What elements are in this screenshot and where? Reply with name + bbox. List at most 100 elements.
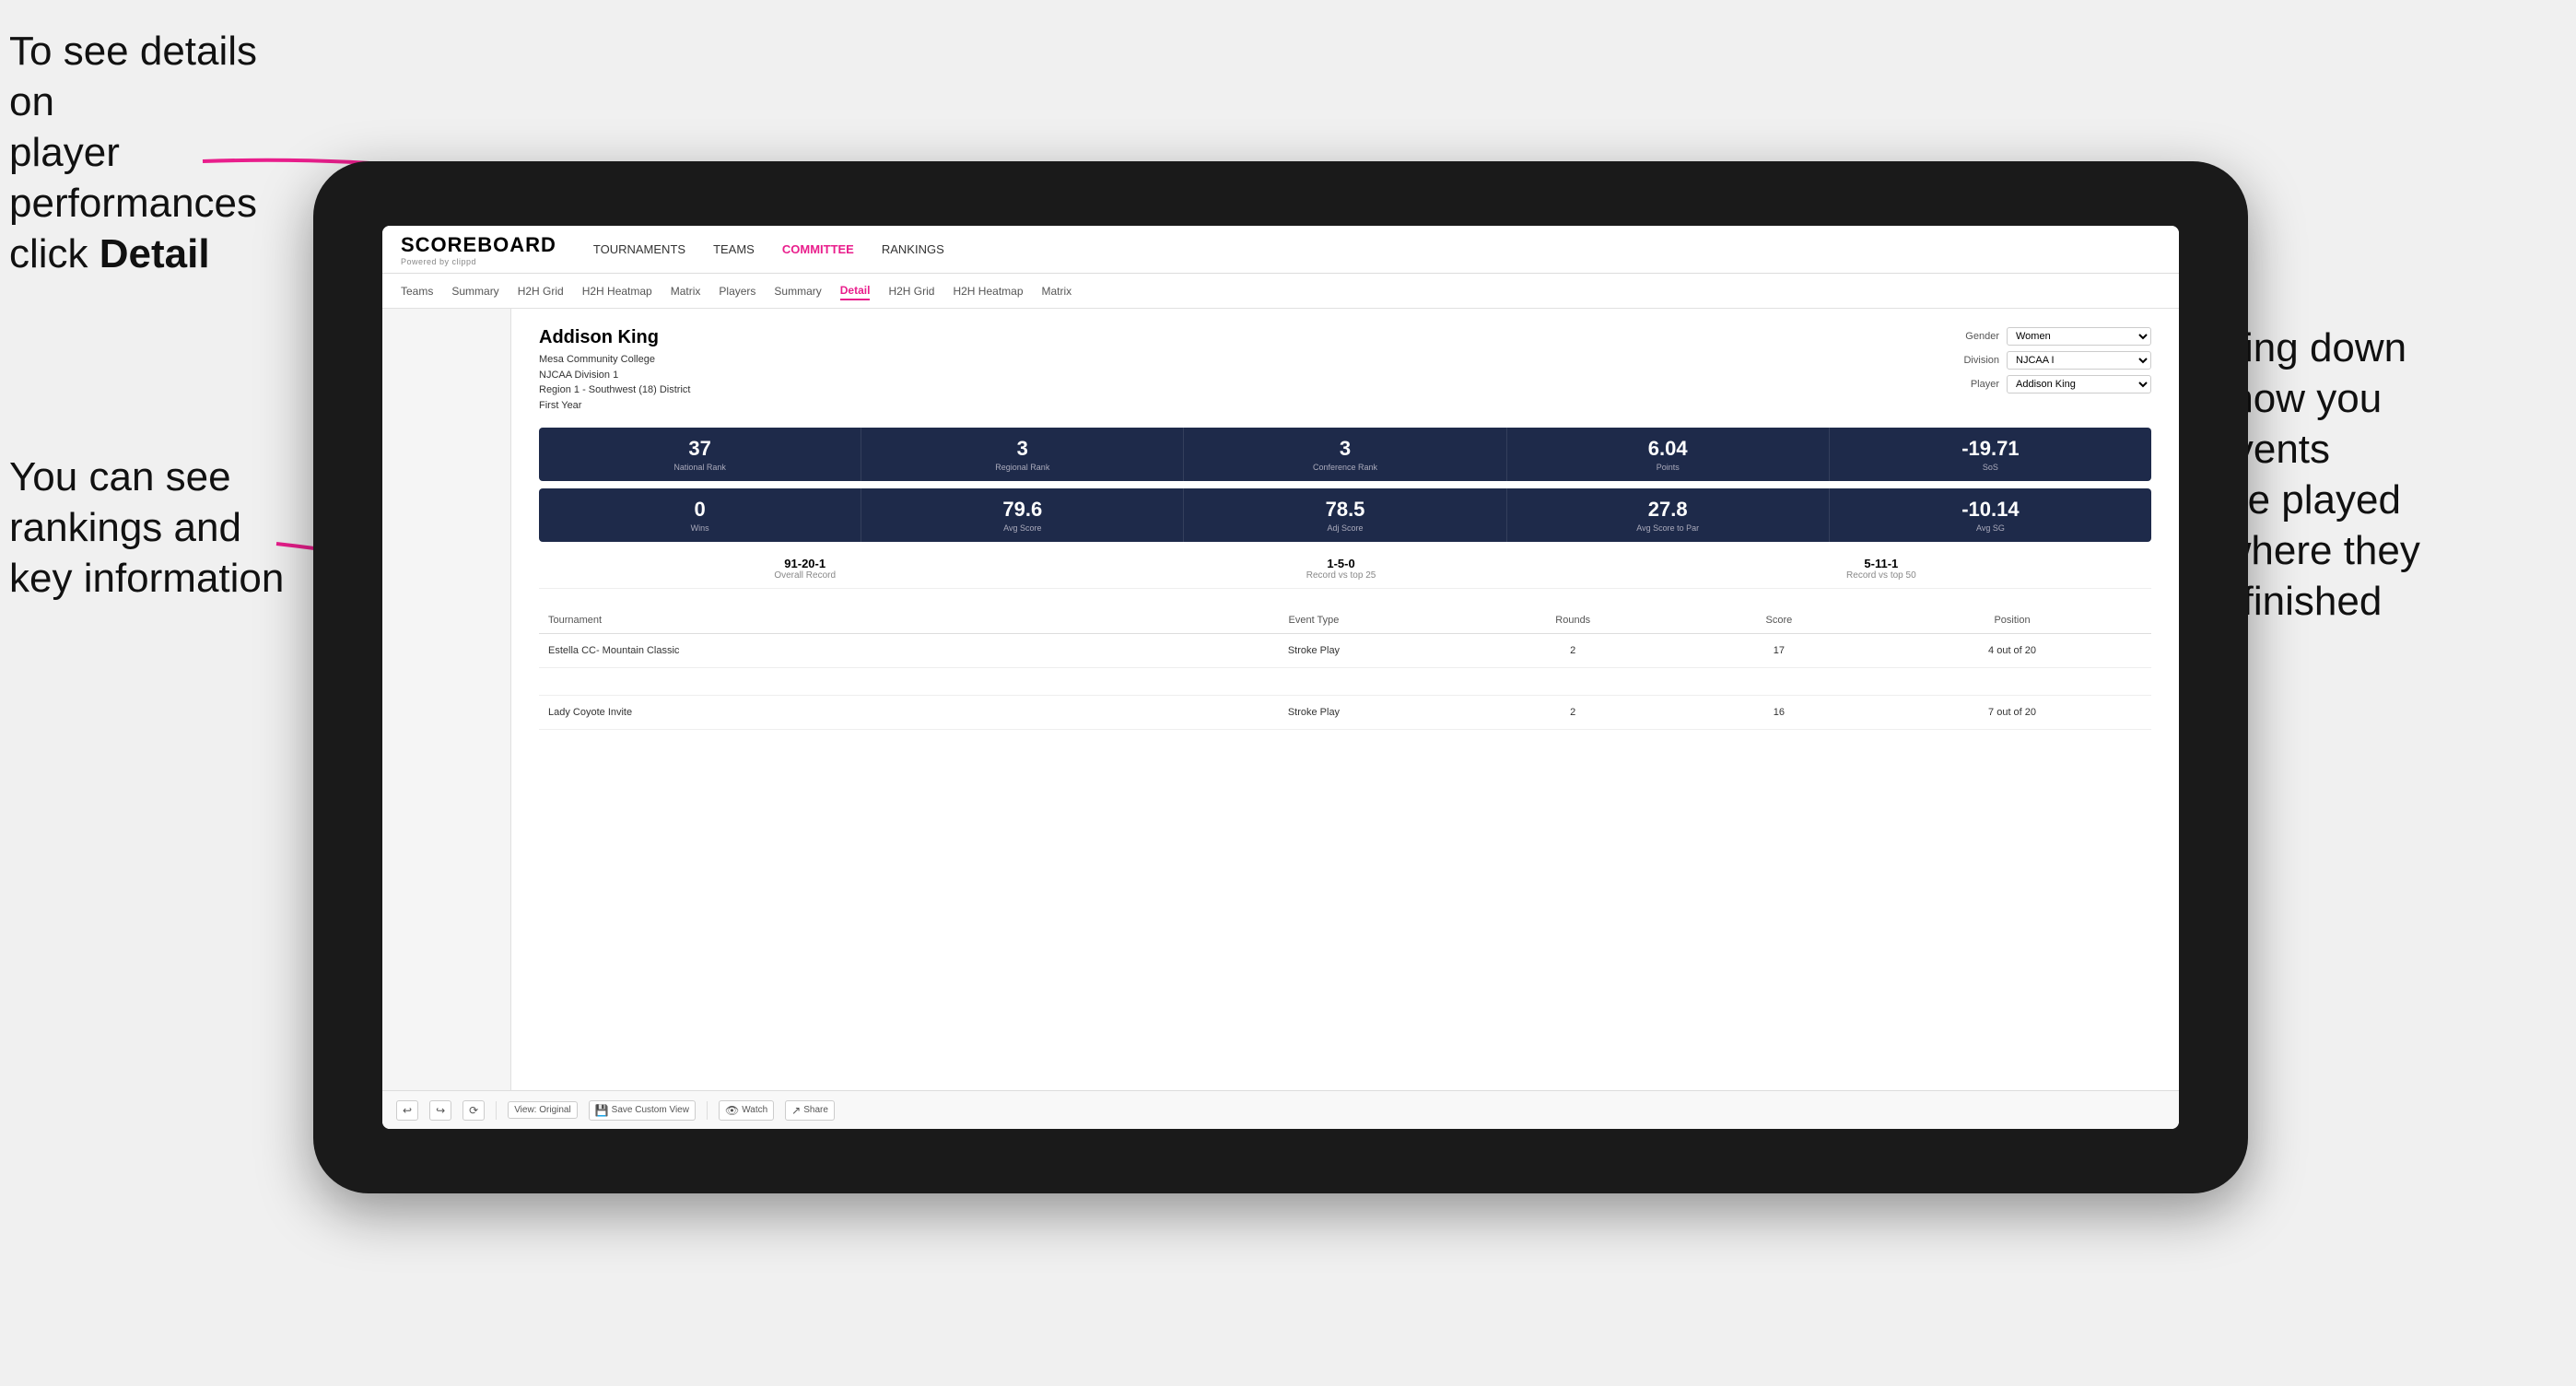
app-header: SCOREBOARD Powered by clippd TOURNAMENTS…	[382, 226, 2179, 274]
record-overall: 91-20-1 Overall Record	[774, 557, 836, 581]
stat-value-national-rank: 37	[546, 437, 853, 461]
stat-avg-score-par: 27.8 Avg Score to Par	[1507, 488, 1830, 542]
cell-event-type-1: Stroke Play	[1166, 634, 1461, 668]
record-top25: 1-5-0 Record vs top 25	[1306, 557, 1376, 581]
player-controls: Gender Women Men Division NJCAA I NJCAA …	[1949, 327, 2151, 413]
save-custom-view-button[interactable]: 💾 Save Custom View	[589, 1100, 696, 1121]
tab-teams[interactable]: Teams	[401, 283, 433, 300]
player-label: Player	[1949, 379, 1999, 390]
stat-national-rank: 37 National Rank	[539, 428, 861, 481]
cell-tournament-3: Lady Coyote Invite	[539, 696, 1166, 730]
tablet-screen: SCOREBOARD Powered by clippd TOURNAMENTS…	[382, 226, 2179, 1129]
refresh-icon: ⟳	[469, 1104, 478, 1117]
tab-h2h-grid[interactable]: H2H Grid	[518, 283, 564, 300]
stat-label-avg-score: Avg Score	[869, 523, 1176, 533]
stat-regional-rank: 3 Regional Rank	[861, 428, 1184, 481]
save-icon: 💾	[595, 1104, 609, 1117]
stat-conference-rank: 3 Conference Rank	[1184, 428, 1506, 481]
cell-empty	[539, 668, 2151, 696]
tab-summary2[interactable]: Summary	[774, 283, 821, 300]
tab-matrix[interactable]: Matrix	[671, 283, 701, 300]
stat-sos: -19.71 SoS	[1830, 428, 2151, 481]
tab-players[interactable]: Players	[719, 283, 755, 300]
tab-summary[interactable]: Summary	[451, 283, 498, 300]
record-overall-value: 91-20-1	[774, 557, 836, 570]
content-area: Addison King Mesa Community College NJCA…	[511, 309, 2179, 1090]
gender-row: Gender Women Men	[1949, 327, 2151, 346]
stat-value-wins: 0	[546, 498, 853, 522]
share-button[interactable]: ↗ Share	[785, 1100, 835, 1121]
tab-matrix2[interactable]: Matrix	[1042, 283, 1072, 300]
stat-value-points: 6.04	[1515, 437, 1821, 461]
player-year: First Year	[539, 398, 690, 414]
tab-detail[interactable]: Detail	[840, 282, 871, 300]
gender-select[interactable]: Women Men	[2007, 327, 2151, 346]
stat-avg-sg: -10.14 Avg SG	[1830, 488, 2151, 542]
table-row: Lady Coyote Invite Stroke Play 2 16 7 ou…	[539, 696, 2151, 730]
stat-adj-score: 78.5 Adj Score	[1184, 488, 1506, 542]
redo-button[interactable]: ↪	[429, 1100, 451, 1121]
record-overall-label: Overall Record	[774, 570, 836, 581]
cell-event-type-3: Stroke Play	[1166, 696, 1461, 730]
player-row: Player Addison King	[1949, 375, 2151, 393]
undo-button[interactable]: ↩	[396, 1100, 418, 1121]
tab-h2h-heatmap[interactable]: H2H Heatmap	[582, 283, 652, 300]
left-sidebar	[382, 309, 511, 1090]
nav-committee[interactable]: COMMITTEE	[782, 238, 854, 261]
stat-label-sos: SoS	[1837, 463, 2144, 472]
logo-subtitle: Powered by clippd	[401, 257, 556, 266]
tab-h2h-grid2[interactable]: H2H Grid	[888, 283, 934, 300]
stat-wins: 0 Wins	[539, 488, 861, 542]
nav-tournaments[interactable]: TOURNAMENTS	[593, 238, 685, 261]
watch-label: Watch	[742, 1105, 767, 1115]
share-icon: ↗	[791, 1104, 801, 1117]
undo-icon: ↩	[403, 1104, 412, 1117]
player-region: Region 1 - Southwest (18) District	[539, 382, 690, 398]
stat-value-sos: -19.71	[1837, 437, 2144, 461]
cell-tournament-1: Estella CC- Mountain Classic	[539, 634, 1166, 668]
stat-points: 6.04 Points	[1507, 428, 1830, 481]
nav-rankings[interactable]: RANKINGS	[882, 238, 944, 261]
tab-h2h-heatmap2[interactable]: H2H Heatmap	[953, 283, 1023, 300]
scoreboard-logo: SCOREBOARD Powered by clippd	[401, 233, 556, 266]
stat-label-national-rank: National Rank	[546, 463, 853, 472]
player-name: Addison King	[539, 327, 690, 348]
stat-label-avg-score-par: Avg Score to Par	[1515, 523, 1821, 533]
view-original-button[interactable]: View: Original	[508, 1101, 578, 1119]
player-details: Addison King Mesa Community College NJCA…	[539, 327, 690, 413]
stat-label-points: Points	[1515, 463, 1821, 472]
stat-avg-score: 79.6 Avg Score	[861, 488, 1184, 542]
stat-value-avg-score-par: 27.8	[1515, 498, 1821, 522]
stat-value-regional-rank: 3	[869, 437, 1176, 461]
save-label: Save Custom View	[612, 1105, 689, 1115]
toolbar-separator2	[707, 1101, 708, 1120]
gender-label: Gender	[1949, 331, 1999, 342]
cell-position-1: 4 out of 20	[1873, 634, 2151, 668]
division-label: Division	[1949, 355, 1999, 366]
player-division: NJCAA Division 1	[539, 368, 690, 383]
col-event-type: Event Type	[1166, 607, 1461, 634]
record-top25-label: Record vs top 25	[1306, 570, 1376, 581]
player-select[interactable]: Addison King	[2007, 375, 2151, 393]
record-top25-value: 1-5-0	[1306, 557, 1376, 570]
stat-value-avg-score: 79.6	[869, 498, 1176, 522]
watch-button[interactable]: 👁 Watch	[719, 1100, 774, 1121]
main-nav: TOURNAMENTS TEAMS COMMITTEE RANKINGS	[593, 238, 944, 261]
cell-score-1: 17	[1685, 634, 1873, 668]
record-top50: 5-11-1 Record vs top 50	[1846, 557, 1916, 581]
redo-icon: ↪	[436, 1104, 445, 1117]
nav-teams[interactable]: TEAMS	[713, 238, 755, 261]
stats-row1: 37 National Rank 3 Regional Rank 3 Confe…	[539, 428, 2151, 481]
stat-label-wins: Wins	[546, 523, 853, 533]
refresh-button[interactable]: ⟳	[463, 1100, 485, 1121]
record-top50-value: 5-11-1	[1846, 557, 1916, 570]
sub-nav: Teams Summary H2H Grid H2H Heatmap Matri…	[382, 274, 2179, 309]
division-select[interactable]: NJCAA I NJCAA II	[2007, 351, 2151, 370]
table-row: Estella CC- Mountain Classic Stroke Play…	[539, 634, 2151, 668]
stat-value-conference-rank: 3	[1191, 437, 1498, 461]
toolbar-separator	[496, 1101, 497, 1120]
bottom-toolbar: ↩ ↪ ⟳ View: Original 💾 Save Custom View …	[382, 1090, 2179, 1129]
tablet-frame: SCOREBOARD Powered by clippd TOURNAMENTS…	[313, 161, 2248, 1193]
stat-label-adj-score: Adj Score	[1191, 523, 1498, 533]
table-row	[539, 668, 2151, 696]
